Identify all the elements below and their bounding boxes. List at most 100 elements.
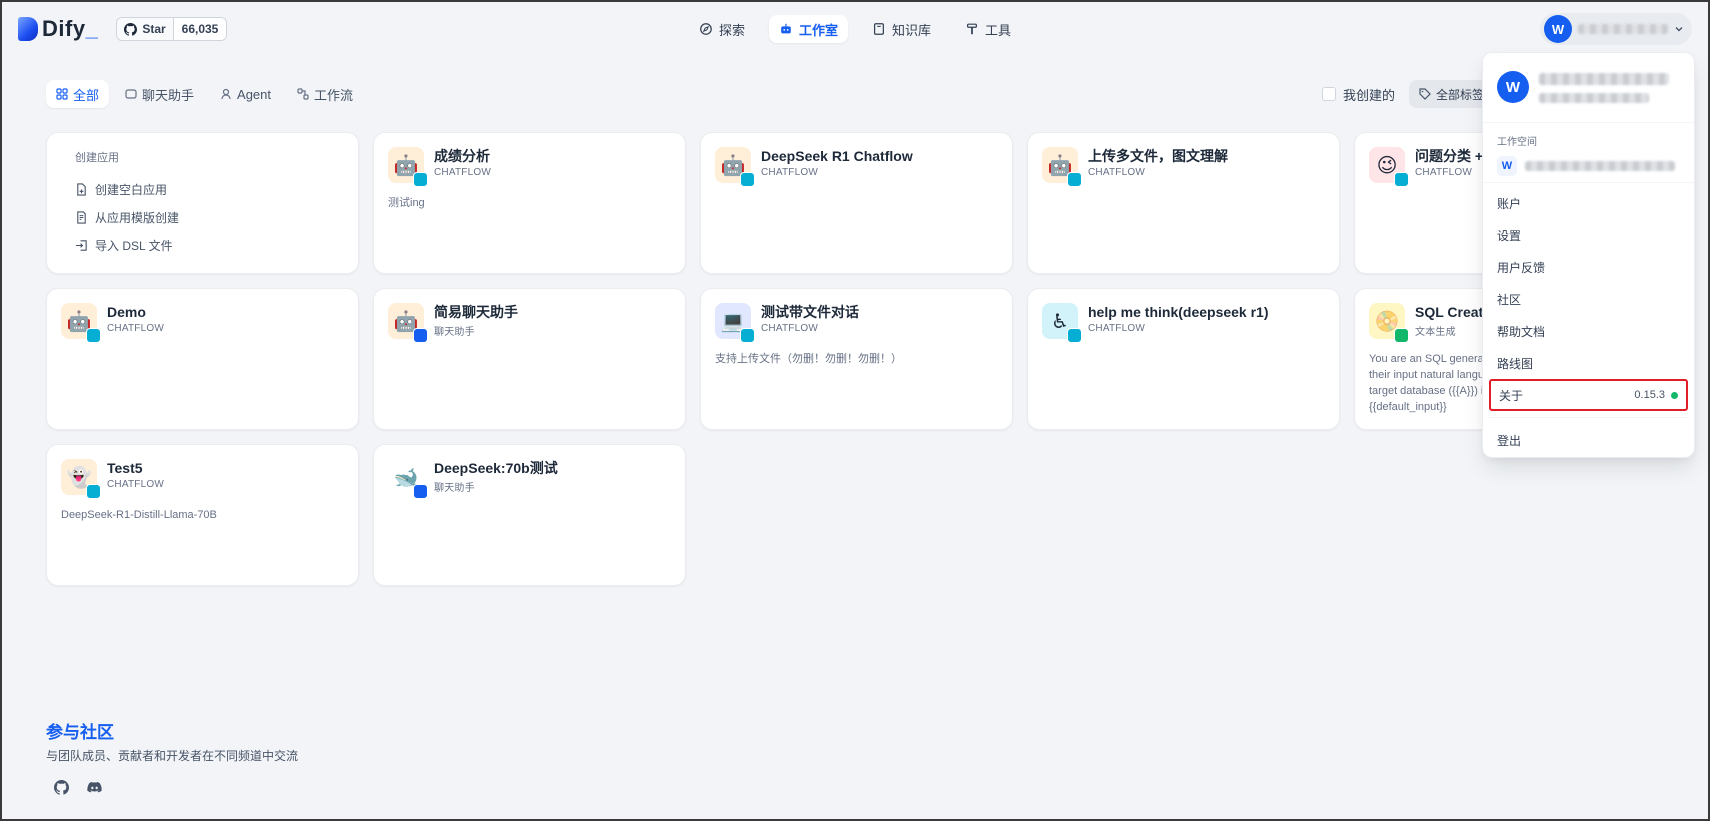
book-icon bbox=[874, 23, 884, 35]
app-card[interactable]: 🤖 Demo CHATFLOW bbox=[46, 288, 359, 430]
app-card[interactable]: ♿ help me think(deepseek r1) CHATFLOW bbox=[1027, 288, 1340, 430]
app-type: CHATFLOW bbox=[1088, 323, 1145, 334]
app-type: CHATFLOW bbox=[107, 479, 164, 490]
created-by-me-checkbox[interactable] bbox=[1321, 87, 1336, 101]
app-card[interactable]: 🤖 成绩分析 CHATFLOW 测试ing bbox=[373, 132, 686, 274]
nav-knowledge[interactable]: 知识库 bbox=[862, 15, 941, 43]
app-type: CHATFLOW bbox=[434, 167, 491, 178]
menu-settings[interactable]: 设置 bbox=[1489, 219, 1688, 251]
file-plus-icon bbox=[77, 182, 86, 196]
app-description: 支持上传文件（勿删！勿删！勿删！） bbox=[715, 353, 902, 365]
dropdown-user-info: W bbox=[1483, 53, 1694, 123]
nav-knowledge-label: 知识库 bbox=[892, 22, 932, 38]
app-title: DeepSeek:70b测试 bbox=[434, 460, 558, 476]
app-title: Demo bbox=[107, 304, 146, 320]
created-by-me-filter[interactable]: 我创建的 bbox=[1321, 85, 1395, 104]
app-icon: 📀 bbox=[1369, 303, 1409, 343]
app-icon: 🤖 bbox=[1042, 147, 1082, 187]
app-card[interactable]: 🐋 DeepSeek:70b测试聊天助手 bbox=[373, 444, 686, 586]
redacted-name bbox=[1539, 73, 1669, 85]
app-type: 聊天助手 bbox=[434, 327, 475, 338]
menu-community-label: 社区 bbox=[1497, 292, 1522, 307]
workspace-avatar: W bbox=[1497, 156, 1517, 176]
redacted-workspace-name bbox=[1525, 161, 1675, 171]
app-title: help me think(deepseek r1) bbox=[1088, 304, 1269, 320]
tab-all[interactable]: 全部 bbox=[46, 80, 110, 108]
menu-account-label: 账户 bbox=[1497, 196, 1522, 211]
star-label: Star bbox=[142, 22, 166, 36]
grid-icon bbox=[56, 88, 68, 100]
create-app-card: 创建应用 创建空白应用 从应用模版创建 导入 DSL 文件 bbox=[46, 132, 359, 274]
app-icon: 🤖 bbox=[61, 303, 101, 343]
nav-studio-label: 工作室 bbox=[798, 22, 838, 38]
create-blank-label: 创建空白应用 bbox=[95, 182, 168, 197]
chatflow-badge-icon bbox=[1394, 172, 1409, 187]
redacted-username bbox=[1578, 24, 1668, 34]
nav-tools-label: 工具 bbox=[985, 22, 1012, 38]
app-grid: 创建应用 创建空白应用 从应用模版创建 导入 DSL 文件 🤖 成绩分析 CHAT… bbox=[46, 132, 1667, 586]
filters: 我创建的 全部标签 bbox=[1321, 80, 1508, 108]
redacted-email bbox=[1539, 93, 1649, 103]
chatflow-badge-icon bbox=[86, 484, 101, 499]
github-icon bbox=[124, 22, 138, 36]
app-type: CHATFLOW bbox=[761, 323, 818, 334]
created-by-me-label: 我创建的 bbox=[1342, 87, 1395, 103]
github-star-button[interactable]: Star 66,035 bbox=[116, 17, 228, 41]
nav-studio[interactable]: 工作室 bbox=[768, 15, 848, 43]
discord-icon[interactable] bbox=[87, 780, 102, 795]
app-icon: 🐋 bbox=[388, 459, 428, 499]
app-card[interactable]: 💻 测试带文件对话 CHATFLOW 支持上传文件（勿删！勿删！勿删！） bbox=[700, 288, 1013, 430]
app-icon: 🤖 bbox=[388, 303, 428, 343]
import-dsl-label: 导入 DSL 文件 bbox=[95, 238, 173, 253]
user-dropdown-menu: W 工作空间 W 账户 设置 用户反馈 社区 帮助文档 路线图 关于 0.15.… bbox=[1482, 52, 1695, 458]
tab-workflow[interactable]: 工作流 bbox=[287, 80, 363, 108]
agent-icon bbox=[221, 88, 231, 100]
app-card[interactable]: 🤖 DeepSeek R1 Chatflow CHATFLOW bbox=[700, 132, 1013, 274]
divider bbox=[1489, 417, 1688, 418]
compass-icon bbox=[700, 23, 712, 35]
github-icon[interactable] bbox=[54, 780, 69, 795]
status-dot-icon bbox=[1671, 391, 1678, 399]
app-card[interactable]: 🤖 上传多文件，图文理解 CHATFLOW bbox=[1027, 132, 1340, 274]
import-dsl-button[interactable]: 导入 DSL 文件 bbox=[75, 231, 330, 259]
user-menu-button[interactable]: W bbox=[1540, 13, 1692, 45]
menu-settings-label: 设置 bbox=[1497, 228, 1522, 243]
chatflow-badge-icon bbox=[86, 328, 101, 343]
app-title: Test5 bbox=[107, 460, 143, 476]
chatflow-badge-icon bbox=[1067, 172, 1082, 187]
menu-community[interactable]: 社区 bbox=[1489, 283, 1688, 315]
app-title: 简易聊天助手 bbox=[434, 304, 518, 320]
community-section: 参与社区 与团队成员、贡献者和开发者在不同频道中交流 bbox=[46, 718, 298, 795]
app-icon: 🤖 bbox=[388, 147, 428, 187]
tag-icon bbox=[1419, 88, 1431, 100]
menu-help-docs[interactable]: 帮助文档 bbox=[1489, 315, 1688, 347]
menu-roadmap-label: 路线图 bbox=[1497, 356, 1534, 371]
app-card[interactable]: 👻 Test5 CHATFLOW DeepSeek-R1-Distill-Llam… bbox=[46, 444, 359, 586]
menu-account[interactable]: 账户 bbox=[1489, 187, 1688, 219]
workspace-title: 工作空间 bbox=[1497, 137, 1537, 148]
create-from-template-button[interactable]: 从应用模版创建 bbox=[75, 203, 330, 231]
tab-chat-label: 聊天助手 bbox=[142, 87, 195, 103]
menu-roadmap[interactable]: 路线图 bbox=[1489, 347, 1688, 379]
template-icon bbox=[77, 210, 86, 224]
nav-tools[interactable]: 工具 bbox=[955, 15, 1021, 43]
nav-explore[interactable]: 探索 bbox=[689, 15, 755, 43]
dify-logo[interactable]: Dify_ bbox=[18, 16, 98, 42]
app-type-tabs: 全部 聊天助手 Agent 工作流 bbox=[46, 80, 363, 108]
menu-about[interactable]: 关于 0.15.3 bbox=[1489, 379, 1688, 411]
workflow-icon bbox=[297, 88, 309, 100]
menu-feedback[interactable]: 用户反馈 bbox=[1489, 251, 1688, 283]
tab-chat-assistant[interactable]: 聊天助手 bbox=[115, 80, 204, 108]
create-blank-app-button[interactable]: 创建空白应用 bbox=[75, 175, 330, 203]
app-card[interactable]: 🤖 简易聊天助手聊天助手 bbox=[373, 288, 686, 430]
chat-assistant-badge-icon bbox=[413, 328, 428, 343]
app-icon: 👻 bbox=[61, 459, 101, 499]
main-nav: 探索 工作室 知识库 工具 bbox=[689, 15, 1021, 43]
workspace-item[interactable]: W bbox=[1497, 154, 1680, 178]
import-icon bbox=[75, 239, 87, 251]
community-subtitle: 与团队成员、贡献者和开发者在不同频道中交流 bbox=[46, 749, 299, 763]
menu-logout[interactable]: 登出 bbox=[1489, 424, 1688, 456]
workspace-section: 工作空间 W bbox=[1483, 123, 1694, 183]
app-type: 聊天助手 bbox=[434, 483, 475, 494]
tab-agent[interactable]: Agent bbox=[210, 80, 281, 108]
